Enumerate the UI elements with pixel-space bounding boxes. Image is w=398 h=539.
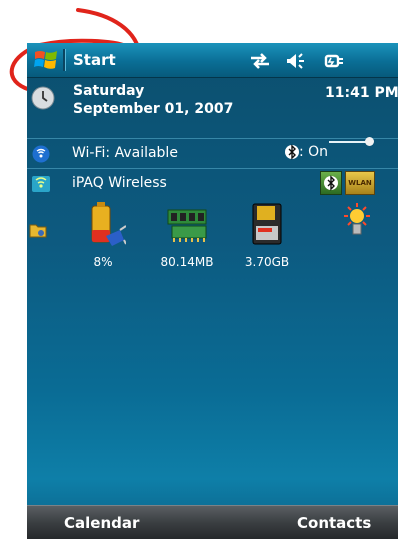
wlan-toggle-button[interactable]: WLAN bbox=[345, 171, 375, 195]
ipaq-wireless-row[interactable]: iPAQ Wireless WLAN bbox=[27, 171, 398, 197]
ipaq-wireless-icon bbox=[32, 176, 50, 192]
windows-logo-icon[interactable] bbox=[34, 49, 58, 71]
wifi-status-label: Wi-Fi: Available bbox=[72, 145, 178, 161]
wifi-row[interactable]: Wi-Fi: Available : On bbox=[27, 141, 398, 167]
brightness-icon bbox=[344, 203, 370, 235]
memory-status[interactable]: 80.14MB bbox=[155, 200, 219, 269]
ipaq-wireless-label: iPAQ Wireless bbox=[72, 175, 167, 191]
time-label: 11:41 PM bbox=[325, 85, 398, 101]
divider bbox=[27, 138, 398, 139]
battery-status[interactable]: 8% bbox=[73, 200, 133, 269]
brightness-slider-track[interactable] bbox=[329, 141, 369, 143]
day-label: Saturday bbox=[73, 83, 145, 99]
bluetooth-icon bbox=[285, 144, 299, 160]
battery-icon bbox=[91, 202, 127, 246]
bluetooth-status-label: : On bbox=[299, 144, 329, 160]
storage-value: 3.70GB bbox=[244, 255, 290, 269]
softkey-bar: Calendar Contacts bbox=[27, 505, 398, 539]
divider bbox=[27, 168, 398, 169]
wifi-icon bbox=[32, 145, 50, 163]
contacts-softkey[interactable]: Contacts bbox=[297, 514, 371, 532]
storage-icon bbox=[252, 203, 282, 245]
calendar-softkey[interactable]: Calendar bbox=[64, 514, 139, 532]
connectivity-icon[interactable] bbox=[249, 52, 271, 70]
bluetooth-status[interactable]: : On bbox=[285, 144, 328, 160]
resource-panel: 8% 80.14MB 3.70GB bbox=[27, 200, 398, 270]
storage-status[interactable]: 3.70GB bbox=[240, 200, 294, 269]
bluetooth-icon bbox=[324, 175, 338, 191]
start-separator bbox=[63, 49, 66, 71]
date-label: September 01, 2007 bbox=[73, 101, 234, 117]
status-icons bbox=[249, 50, 355, 70]
folder-icon[interactable] bbox=[29, 222, 47, 238]
start-button[interactable]: Start bbox=[73, 51, 116, 69]
battery-value: 8% bbox=[93, 255, 113, 269]
volume-icon[interactable] bbox=[286, 52, 308, 70]
brightness-slider-knob[interactable] bbox=[365, 137, 374, 146]
memory-value: 80.14MB bbox=[160, 255, 214, 269]
bluetooth-toggle-button[interactable] bbox=[320, 171, 342, 195]
clock-icon bbox=[31, 86, 55, 110]
brightness-control[interactable] bbox=[323, 200, 383, 254]
device-screen: Start Saturday September 01, 2007 11:41 … bbox=[27, 43, 398, 539]
taskbar: Start bbox=[27, 43, 398, 78]
date-time-row[interactable]: Saturday September 01, 2007 11:41 PM bbox=[27, 78, 398, 124]
power-icon[interactable] bbox=[323, 52, 345, 70]
memory-icon bbox=[167, 209, 207, 242]
